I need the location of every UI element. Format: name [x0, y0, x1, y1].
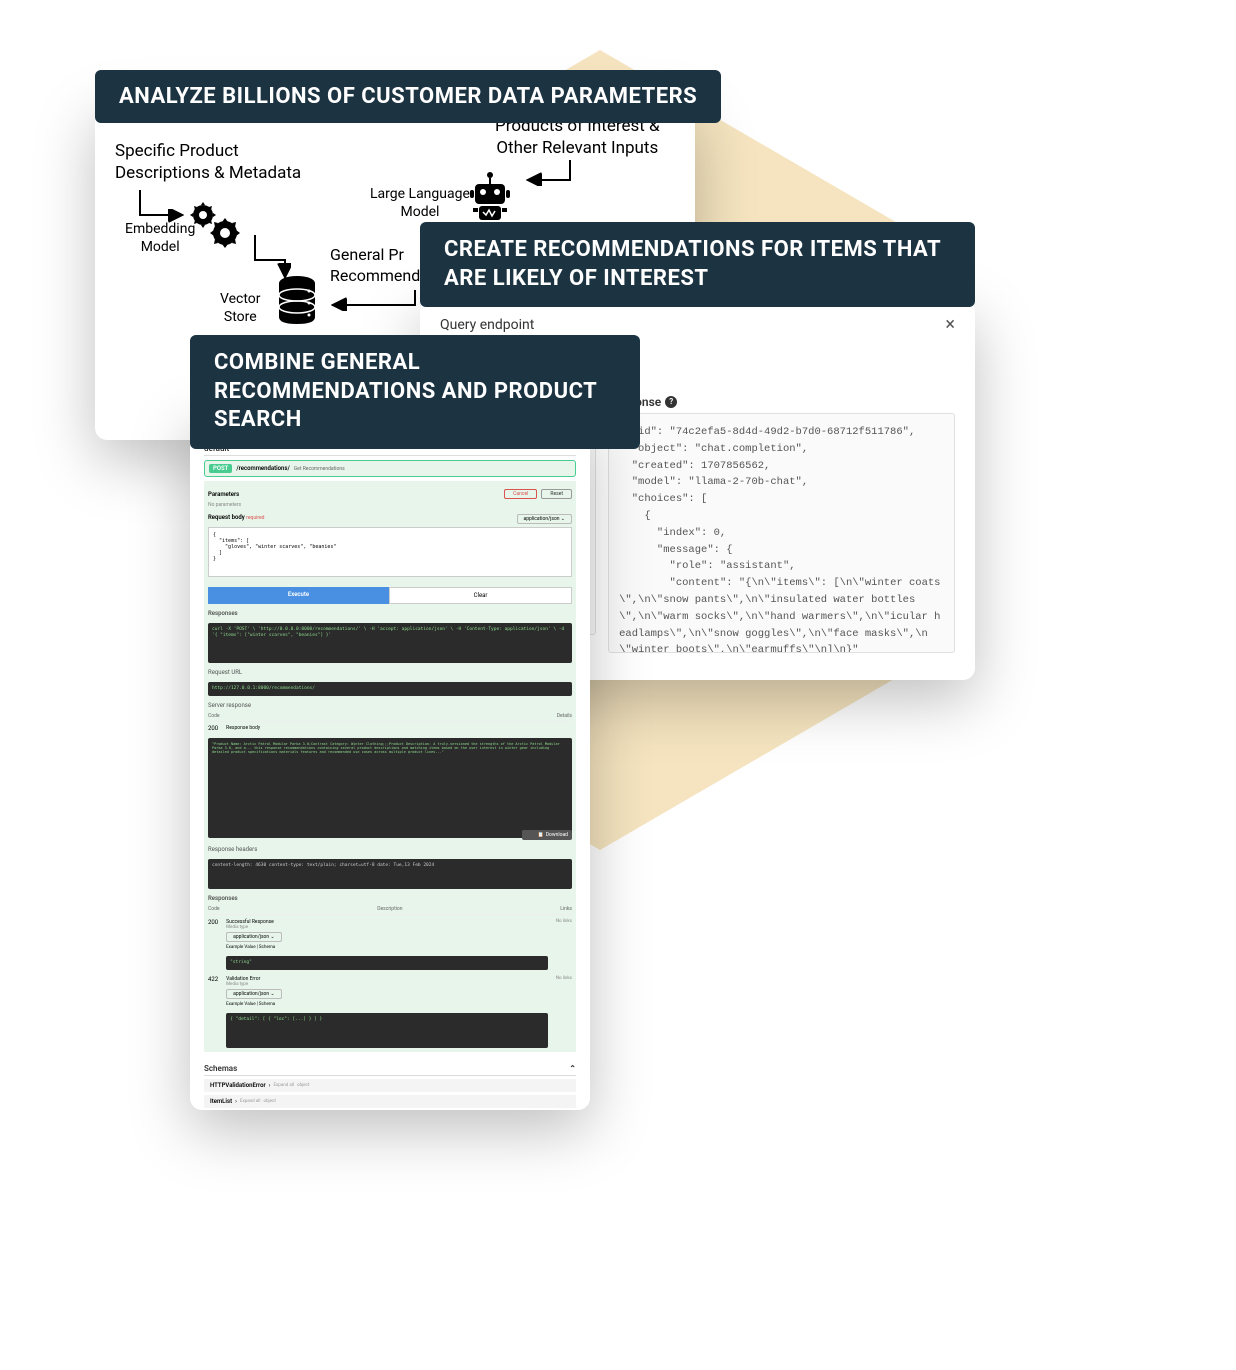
- schema-httpvalidationerror[interactable]: HTTPValidationError › Expand all object: [204, 1079, 576, 1092]
- label-embedding-model: Embedding Model: [125, 220, 195, 256]
- reset-button[interactable]: Reset: [541, 489, 572, 499]
- code-422: 422: [208, 976, 218, 983]
- no-links: No links: [556, 919, 572, 924]
- endpoint-row[interactable]: POST /recommendations/ Get Recommendatio…: [204, 460, 576, 477]
- media-type-label: Media type: [226, 925, 548, 930]
- no-links2: No links: [556, 976, 572, 981]
- download-button[interactable]: 📋 Download: [522, 830, 572, 840]
- media-type-label2: Media type: [226, 982, 548, 987]
- post-method-tag: POST: [209, 464, 232, 473]
- request-url-label: Request URL: [208, 669, 572, 676]
- response-body-block: "Product Name: Arctic Patrol Modular Par…: [208, 738, 572, 838]
- response-body-label: Response body: [226, 725, 260, 732]
- response-headers-block: content-length: 4630 content-type: text/…: [208, 859, 572, 889]
- schemas-label[interactable]: Schemas: [204, 1064, 237, 1073]
- media-type-select2[interactable]: application/json ⌄: [226, 989, 281, 999]
- banner-create-recs: CREATE RECOMMENDATIONS FOR ITEMS THAT AR…: [420, 222, 975, 307]
- endpoint-desc: Get Recommendations: [294, 466, 345, 472]
- label-general-pr: General Pr Recommend: [330, 245, 420, 287]
- links-col: Links: [560, 906, 572, 912]
- execute-button[interactable]: Execute: [208, 587, 389, 604]
- robot-icon: [465, 170, 515, 225]
- cancel-button[interactable]: Cancel: [504, 489, 537, 499]
- clear-button[interactable]: Clear: [389, 587, 572, 604]
- curl-block: curl -X 'POST' \ 'http://0.0.0.0:8000/re…: [208, 623, 572, 663]
- code-column: Code: [208, 713, 220, 719]
- label-vector-store: Vector Store: [220, 290, 261, 326]
- request-body-label: Request body: [208, 514, 245, 521]
- chevron-up-icon2[interactable]: ⌃: [569, 1064, 576, 1073]
- response-label: Response?: [608, 395, 955, 409]
- string-block: "string": [226, 956, 548, 970]
- banner-analyze: ANALYZE BILLIONS OF CUSTOMER DATA PARAME…: [95, 70, 721, 123]
- request-url-block: http://127.0.0.1:8000/recommendations/: [208, 682, 572, 696]
- required-label: required: [246, 515, 264, 521]
- response-json-block: "id": "74c2efa5-8d4d-49d2-b7d0-68712f511…: [608, 413, 955, 653]
- media-type-select[interactable]: application/json ⌄: [226, 932, 281, 942]
- example-value-link2[interactable]: Example Value | Schema: [226, 1002, 548, 1007]
- params-label: Parameters: [208, 491, 239, 498]
- responses-table-label: Responses: [208, 895, 572, 902]
- code-col2: Code: [208, 906, 220, 912]
- code-200: 200: [208, 725, 218, 732]
- label-llm: Large Language Model: [370, 185, 470, 221]
- desc-col: Description: [377, 906, 402, 912]
- label-specific-products: Specific Product Descriptions & Metadata: [115, 140, 301, 184]
- detail-block: { "detail": [ { "loc": [...] } ] }: [226, 1013, 548, 1048]
- request-body-input[interactable]: [208, 527, 572, 577]
- banner-combine: COMBINE GENERAL RECOMMENDATIONS AND PROD…: [190, 335, 640, 449]
- no-params-text: No parameters: [208, 502, 572, 508]
- details-column: Details: [557, 713, 572, 719]
- example-value-link[interactable]: Example Value | Schema: [226, 945, 548, 950]
- response-headers-label: Response headers: [208, 846, 572, 853]
- info-icon: ?: [665, 396, 677, 408]
- code-200b: 200: [208, 919, 218, 926]
- query-endpoint-title: Query endpoint: [440, 317, 534, 333]
- close-icon[interactable]: ×: [945, 314, 955, 335]
- content-type-select[interactable]: application/json ⌄: [517, 514, 572, 524]
- responses-label: Responses: [208, 610, 572, 617]
- server-response-label: Server response: [208, 702, 572, 709]
- schema-itemlist[interactable]: ItemList › Expand all object: [204, 1095, 576, 1108]
- endpoint-path: /recommendations/: [236, 465, 289, 472]
- fastapi-panel: FastAPI 0.1.0 OAS 3.1 default ⌃ POST /re…: [190, 410, 590, 1110]
